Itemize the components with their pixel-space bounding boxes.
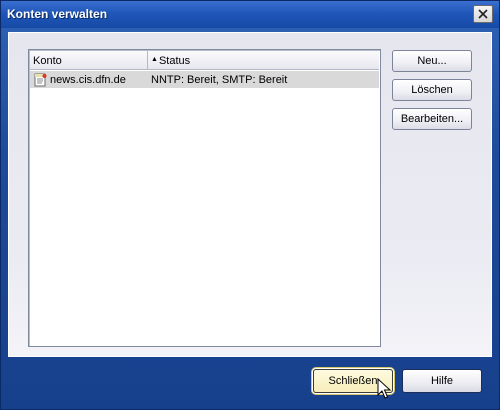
cell-konto: news.cis.dfn.de — [34, 71, 148, 88]
delete-account-button[interactable]: Löschen — [392, 79, 472, 101]
dialog-window: Konten verwalten Konto ▲ Status news.cis… — [0, 0, 500, 410]
column-header-konto-label: Konto — [33, 54, 62, 67]
cell-status: NNTP: Bereit, SMTP: Bereit — [151, 71, 381, 88]
title-bar[interactable]: Konten verwalten — [1, 1, 499, 28]
column-header-status-label: Status — [158, 54, 191, 67]
list-row[interactable]: news.cis.dfn.de NNTP: Bereit, SMTP: Bere… — [30, 71, 379, 88]
mouse-pointer-icon — [377, 378, 391, 399]
close-icon — [478, 9, 488, 19]
list-header: Konto ▲ Status — [30, 51, 379, 70]
column-header-status[interactable]: ▲ Status — [148, 51, 288, 70]
close-window-button[interactable] — [473, 5, 493, 23]
help-button[interactable]: Hilfe — [402, 369, 482, 393]
accounts-list[interactable]: Konto ▲ Status news.cis.dfn.de NNTP: Ber… — [28, 49, 381, 347]
account-status: NNTP: Bereit, SMTP: Bereit — [151, 73, 288, 86]
account-name: news.cis.dfn.de — [50, 73, 126, 86]
edit-account-button[interactable]: Bearbeiten... — [392, 108, 472, 130]
window-title: Konten verwalten — [7, 7, 108, 21]
new-account-button[interactable]: Neu... — [392, 50, 472, 72]
newsgroup-account-icon — [34, 73, 47, 86]
sort-ascending-icon: ▲ — [151, 56, 158, 63]
column-header-konto[interactable]: Konto — [30, 51, 148, 70]
